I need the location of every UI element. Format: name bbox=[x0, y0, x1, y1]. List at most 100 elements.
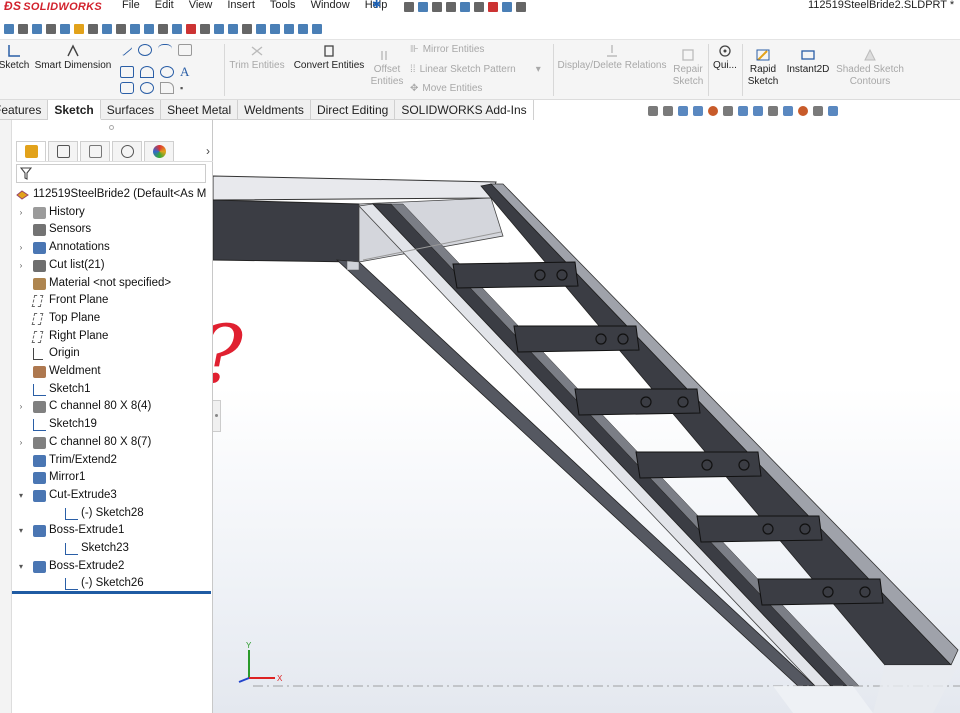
stair-tread[interactable] bbox=[452, 261, 579, 289]
menu-insert[interactable]: Insert bbox=[227, 0, 255, 14]
display-style-icon[interactable] bbox=[214, 24, 224, 34]
tree-item[interactable]: Sketch1 bbox=[12, 381, 211, 399]
tree-item[interactable]: Sensors bbox=[12, 221, 211, 239]
zoom-icon[interactable] bbox=[88, 24, 98, 34]
traffic-light-icon[interactable] bbox=[488, 2, 498, 12]
rotate-icon[interactable] bbox=[172, 24, 182, 34]
quick-snaps-button[interactable]: Qui... bbox=[710, 44, 740, 72]
select-icon[interactable] bbox=[474, 2, 484, 12]
view-orientation-icon[interactable] bbox=[738, 106, 748, 116]
section-view-icon[interactable] bbox=[693, 106, 703, 116]
display-tool-icon[interactable] bbox=[46, 24, 56, 34]
tree-item[interactable]: Front Plane bbox=[12, 292, 211, 310]
tab-sheet-metal[interactable]: Sheet Metal bbox=[161, 100, 239, 120]
arc-icon[interactable] bbox=[140, 66, 154, 78]
hide-show-icon[interactable] bbox=[158, 24, 168, 34]
assembly-icon[interactable] bbox=[144, 24, 154, 34]
tab-property-manager[interactable] bbox=[48, 140, 78, 161]
panel-resize-handle[interactable] bbox=[109, 125, 114, 130]
instant2d-button[interactable]: Instant2D bbox=[784, 48, 832, 76]
options-gear-icon[interactable] bbox=[516, 2, 526, 12]
iso-view-icon[interactable] bbox=[298, 24, 308, 34]
display-delete-relations-button[interactable]: Display/Delete Relations bbox=[556, 44, 668, 72]
polygon-icon[interactable] bbox=[140, 82, 154, 94]
tree-item[interactable]: Sketch23 bbox=[12, 540, 211, 558]
ellipse-icon[interactable] bbox=[160, 66, 174, 78]
tree-item[interactable]: Trim/Extend2 bbox=[12, 452, 211, 470]
tab-dimxpert-manager[interactable] bbox=[112, 140, 142, 161]
display-style-icon[interactable] bbox=[753, 106, 763, 116]
fillet-icon[interactable] bbox=[160, 82, 174, 94]
text-icon[interactable]: A bbox=[180, 64, 189, 80]
stair-tread[interactable] bbox=[635, 451, 762, 479]
tree-item[interactable]: › C channel 80 X 8(4) bbox=[12, 398, 211, 416]
tab-display-manager[interactable] bbox=[144, 140, 174, 161]
edit-appearance-icon[interactable] bbox=[783, 106, 793, 116]
tree-item[interactable]: ▾ Cut-Extrude3 bbox=[12, 487, 211, 505]
stair-tread[interactable] bbox=[757, 578, 884, 606]
chevron-right-icon[interactable]: › bbox=[17, 239, 25, 257]
sketch-tool-icon[interactable] bbox=[4, 24, 14, 34]
pin-icon[interactable]: ✱ bbox=[372, 0, 381, 11]
move-entities-button[interactable]: ✥ Move Entities bbox=[410, 83, 482, 94]
tree-item[interactable]: › Annotations bbox=[12, 239, 211, 257]
open-document-icon[interactable] bbox=[418, 2, 428, 12]
tree-item[interactable]: › Cut list(21) bbox=[12, 257, 211, 275]
dimension-tool-icon[interactable] bbox=[32, 24, 42, 34]
spline-icon[interactable] bbox=[158, 44, 172, 56]
point-icon[interactable]: ▪ bbox=[180, 83, 183, 93]
trim-entities-button[interactable]: Trim Entities bbox=[226, 44, 288, 72]
tree-item[interactable]: ▾ Boss-Extrude2 bbox=[12, 558, 211, 576]
rectangle-icon[interactable] bbox=[120, 66, 134, 78]
zoom-to-fit-icon[interactable] bbox=[648, 106, 658, 116]
tree-item[interactable]: Origin bbox=[12, 345, 211, 363]
tree-item[interactable]: Material <not specified> bbox=[12, 275, 211, 293]
graphics-area[interactable]: ? Y X bbox=[213, 120, 960, 713]
apply-scene-icon[interactable] bbox=[798, 106, 808, 116]
tab-solidworks-add-ins[interactable]: SOLIDWORKS Add-Ins bbox=[395, 100, 534, 120]
tab-surfaces[interactable]: Surfaces bbox=[101, 100, 162, 120]
slot-icon[interactable] bbox=[120, 82, 134, 94]
monitor-display-icon[interactable] bbox=[828, 106, 838, 116]
linear-sketch-pattern-button[interactable]: ⁞⁞ Linear Sketch Pattern ▾ bbox=[410, 64, 541, 75]
chevron-right-icon[interactable]: › bbox=[17, 398, 25, 416]
tree-root[interactable]: 112519SteelBride2 (Default<As M bbox=[12, 186, 213, 204]
tree-item[interactable]: › C channel 80 X 8(7) bbox=[12, 434, 211, 452]
undo-icon[interactable] bbox=[460, 2, 470, 12]
section-icon[interactable] bbox=[116, 24, 126, 34]
solidworks-logo[interactable]: ƉS SOLIDWORKS bbox=[0, 0, 106, 13]
chevron-right-icon[interactable]: › bbox=[17, 257, 25, 275]
menu-tools[interactable]: Tools bbox=[270, 0, 296, 14]
appearance-icon[interactable] bbox=[74, 24, 84, 34]
tree-item[interactable]: Right Plane bbox=[12, 328, 211, 346]
tree-item[interactable]: Mirror1 bbox=[12, 469, 211, 487]
rectangle-tool-icon[interactable] bbox=[18, 24, 28, 34]
panel-collapse-grip[interactable] bbox=[213, 400, 221, 432]
monitor-icon[interactable] bbox=[200, 24, 210, 34]
tab-weldments[interactable]: Weldments bbox=[238, 100, 311, 120]
top-view-icon[interactable] bbox=[284, 24, 294, 34]
mirror-entities-button[interactable]: ⊪ Mirror Entities bbox=[410, 44, 484, 55]
menu-edit[interactable]: Edit bbox=[155, 0, 174, 14]
box-icon[interactable] bbox=[228, 24, 238, 34]
previous-view-icon[interactable] bbox=[678, 106, 688, 116]
chevron-right-icon[interactable]: › bbox=[17, 434, 25, 452]
repair-sketch-button[interactable]: Repair Sketch bbox=[668, 48, 708, 88]
chevron-down-icon[interactable]: ▾ bbox=[536, 64, 541, 75]
scene-icon[interactable] bbox=[186, 24, 196, 34]
line-icon[interactable] bbox=[119, 43, 133, 57]
chevron-down-icon[interactable]: ▾ bbox=[17, 522, 25, 540]
tree-item[interactable]: › History bbox=[12, 204, 211, 222]
circle-icon[interactable] bbox=[138, 44, 152, 56]
stair-tread[interactable] bbox=[574, 388, 701, 416]
convert-entities-button[interactable]: Convert Entities bbox=[290, 44, 368, 72]
tab-feature-manager[interactable] bbox=[16, 140, 46, 161]
file-properties-icon[interactable] bbox=[502, 2, 512, 12]
tree-item[interactable]: (-) Sketch28 bbox=[12, 505, 211, 523]
offset-entities-button[interactable]: Offset Entities bbox=[368, 48, 406, 88]
menu-view[interactable]: View bbox=[189, 0, 213, 14]
menu-window[interactable]: Window bbox=[311, 0, 350, 14]
print-icon[interactable] bbox=[446, 2, 456, 12]
tab-sketch[interactable]: Sketch bbox=[48, 100, 101, 120]
hide-show-items-icon[interactable] bbox=[768, 106, 778, 116]
